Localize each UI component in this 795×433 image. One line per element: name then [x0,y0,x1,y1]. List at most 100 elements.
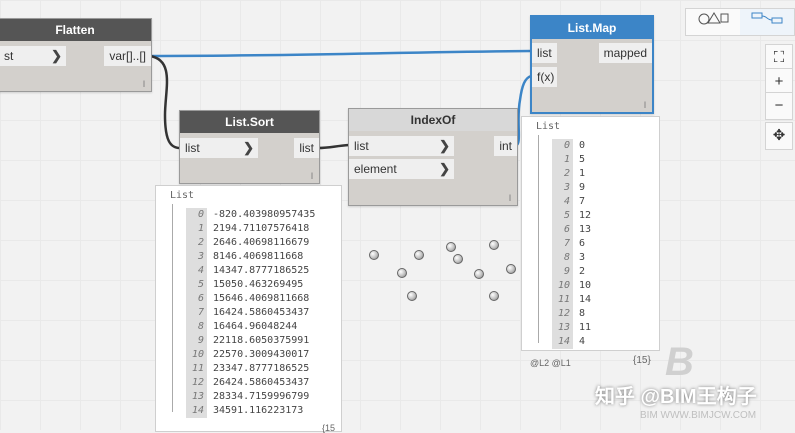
lacing-indicator: l [311,171,313,181]
list-value: 11 [579,322,592,333]
indexof-output-port[interactable]: int [494,136,517,156]
indexof-title: IndexOf [349,109,517,131]
list-item: 92 [552,265,585,279]
list-value: 22570.3009430017 [213,349,310,360]
list-index: 14 [186,404,207,418]
flatten-output-port[interactable]: var[]..[] [104,46,151,66]
wire-flatten-to-sort [149,54,181,150]
indexof-node[interactable]: IndexOf list ❯ element ❯ int l [348,108,518,206]
watermark-logo: B [665,340,694,384]
list-item: 13 28334.7159996799 [186,390,309,404]
chevron-right-icon: ❯ [51,48,62,63]
point-sphere [453,254,463,264]
list-item: 13 11 [552,321,591,335]
list-index: 4 [552,195,573,209]
flatten-input-label: st [4,49,14,63]
list-index: 8 [186,320,207,334]
preview-title: List [170,190,195,201]
list-item: 2 2646.40698116679 [186,236,309,250]
list-sort-node[interactable]: List.Sort list ❯ list l [179,110,320,184]
list-index: 4 [186,264,207,278]
lacing-indicator: l [143,79,145,89]
list-item: 12 26424.5860453437 [186,376,309,390]
list-index: 0 [552,139,573,153]
list-item: 11 14 [552,293,591,307]
list-index: 5 [552,209,573,223]
list-index: 14 [552,335,573,349]
list-sort-output-port[interactable]: list [294,138,319,158]
pan-button[interactable]: ✥ [765,122,793,150]
list-map-output-port[interactable]: mapped [598,43,652,63]
tree-line [172,204,173,412]
watermark-url: BIM WWW.BIMJCW.COM [640,410,757,421]
indexof-output-label: int [499,139,512,153]
list-item: 83 [552,251,585,265]
list-map-preview[interactable]: List 0 0 1 5 2 1 3 9 4 7 5 12 6 13 7 6 8 3 9 2 10 10 11 14 12 8 13… [521,116,660,351]
preview-count: {15} [633,355,651,366]
tree-line [538,135,539,343]
list-map-output-label: mapped [603,46,647,60]
list-value: 16464.96048244 [213,321,298,332]
list-value: 10 [579,280,592,291]
indexof-input-element-label: element [354,162,397,176]
list-index: 6 [552,223,573,237]
preview-levels: @L2 @L1 [530,358,571,368]
list-value: 2646.40698116679 [213,237,310,248]
point-sphere [407,291,417,301]
point-sphere [397,268,407,278]
zoom-out-button[interactable]: − [765,92,793,120]
list-value: 13 [579,224,592,235]
wire-sort-to-indexof [317,143,350,150]
indexof-input-list[interactable]: list ❯ [349,136,454,156]
list-value: 2194.71107576418 [213,223,310,234]
point-sphere [446,242,456,252]
list-item: 4 14347.8777186525 [186,264,309,278]
list-value: 28334.7159996799 [213,391,310,402]
point-sphere [489,240,499,250]
list-item: 14 4 [552,335,585,349]
flatten-title: Flatten [0,19,151,41]
list-index: 10 [552,279,573,293]
list-sort-input-port[interactable]: list ❯ [180,138,258,158]
list-value: 7 [579,196,586,207]
watermark-text: 知乎 @BIM王构子 [595,386,757,408]
list-item: 12 8 [552,307,585,321]
list-index: 12 [186,376,207,390]
list-item: 5 12 [552,209,591,223]
list-item: 3 8146.4069811668 [186,250,303,264]
list-index: 2 [552,167,573,181]
list-map-node[interactable]: List.Map list f(x) mapped l [530,15,654,114]
flatten-input-port[interactable]: st ❯ [0,46,66,66]
list-index: 11 [552,293,573,307]
point-sphere [414,250,424,260]
list-item: 47 [552,195,585,209]
list-item: 0 -820.403980957435 [186,208,315,222]
graph-view-icon[interactable] [740,9,794,35]
point-sphere [506,264,516,274]
list-value: 23347.8777186525 [213,363,310,374]
list-index: 1 [186,222,207,236]
chevron-right-icon: ❯ [439,161,450,176]
list-item: 8 16464.96048244 [186,320,297,334]
list-value: 3 [579,252,586,263]
list-item: 6 15646.4069811668 [186,292,309,306]
list-sort-preview[interactable]: List {15 0 -820.403980957435 1 2194.7110757… [155,185,342,433]
list-index: 10 [186,348,207,362]
list-index: 2 [186,236,207,250]
flatten-node[interactable]: Flatten st ❯ var[]..[] l [0,18,152,92]
list-map-input-fx[interactable]: f(x) [532,67,557,87]
list-item: 6 13 [552,223,591,237]
list-item: 1 2194.71107576418 [186,222,309,236]
list-value: 8146.4069811668 [213,251,304,262]
list-value: 8 [579,308,586,319]
list-index: 11 [186,362,207,376]
indexof-input-element[interactable]: element ❯ [349,159,454,179]
list-index: 12 [552,307,573,321]
list-item: 14 34591.116223173 [186,404,303,418]
geometry-view-icon[interactable] [686,9,740,35]
list-map-input-list[interactable]: list [532,43,557,63]
list-value: 4 [579,336,586,347]
list-value: 12 [579,210,592,221]
lacing-indicator: l [644,100,646,110]
list-value: 2 [579,266,586,277]
